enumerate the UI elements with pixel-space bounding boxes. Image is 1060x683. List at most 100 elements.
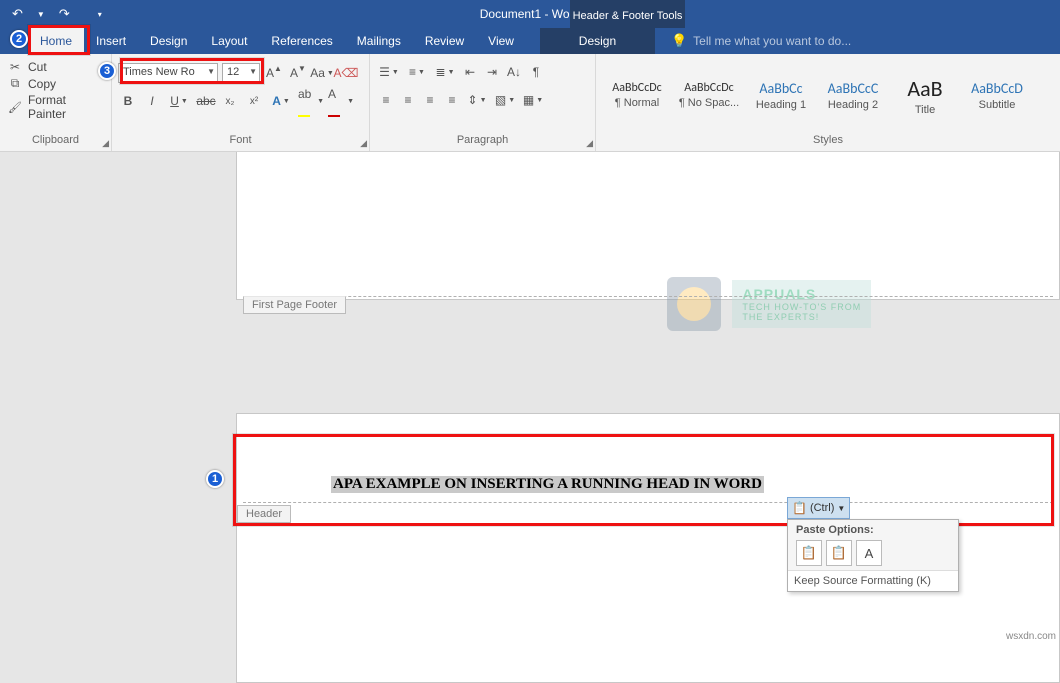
font-size-combo[interactable]: 12 ▼ <box>222 63 260 83</box>
text-effects-button[interactable]: A▼ <box>268 91 294 111</box>
shading-button[interactable]: ▧▼ <box>492 90 518 110</box>
font-name-combo[interactable]: Times New Ro ▼ <box>118 63 218 83</box>
line-spacing-button[interactable]: ⇕▼ <box>464 90 490 110</box>
clipboard-icon: 📋 <box>792 501 807 515</box>
style-item-4[interactable]: AaBTitle <box>890 65 960 125</box>
font-color-button[interactable]: A▼ <box>328 91 354 111</box>
decrease-indent-button[interactable]: ⇤ <box>460 62 480 82</box>
footer-dashed-line <box>243 296 1053 297</box>
tab-layout[interactable]: Layout <box>199 28 259 54</box>
change-case-button[interactable]: Aa▼ <box>312 63 332 83</box>
style-preview: AaBbCcDc <box>612 81 661 95</box>
style-label: ¶ No Spac... <box>679 97 739 109</box>
tab-insert[interactable]: Insert <box>84 28 138 54</box>
tell-me-box[interactable]: 💡 Tell me what you want to do... <box>655 28 1060 54</box>
step-badge-2: 2 <box>10 30 28 48</box>
underline-button[interactable]: U▼ <box>166 91 192 111</box>
numbering-button[interactable]: ≡▼ <box>404 62 430 82</box>
subscript-button[interactable]: x₂ <box>220 91 240 111</box>
align-center-button[interactable]: ≡ <box>398 90 418 110</box>
tab-view[interactable]: View <box>476 28 526 54</box>
header-running-head-text[interactable]: APA EXAMPLE ON INSERTING A RUNNING HEAD … <box>331 476 764 493</box>
watermark: APPUALS TECH HOW-TO'S FROM THE EXPERTS! <box>667 277 871 331</box>
paste-options-popup: Paste Options: 📋 📋 A Keep Source Formatt… <box>787 519 959 592</box>
copy-label: Copy <box>28 77 56 91</box>
chevron-down-icon: ▼ <box>207 67 215 76</box>
tab-review[interactable]: Review <box>413 28 476 54</box>
lightbulb-icon: 💡 <box>671 33 687 49</box>
shrink-font-button[interactable]: A▼ <box>288 63 308 83</box>
undo-dropdown-icon[interactable]: ▼ <box>33 8 49 21</box>
style-item-1[interactable]: AaBbCcDc ¶ No Spac... <box>674 65 744 125</box>
copy-icon <box>8 76 22 91</box>
paste-text-only-button[interactable]: A <box>856 540 882 566</box>
align-right-button[interactable]: ≡ <box>420 90 440 110</box>
step-badge-3: 3 <box>98 62 116 80</box>
chevron-down-icon: ▼ <box>249 67 257 76</box>
repeat-icon[interactable]: ↷ <box>55 4 74 24</box>
ribbon: Cut Copy Format Painter Clipboard ◢ Time… <box>0 54 1060 152</box>
step-badge-1: 1 <box>206 470 224 488</box>
watermark-line3: THE EXPERTS! <box>742 312 861 322</box>
style-label: Subtitle <box>979 99 1016 111</box>
clear-formatting-button[interactable]: A⌫ <box>336 63 356 83</box>
justify-button[interactable]: ≡ <box>442 90 462 110</box>
title-bar: ↶ ▼ ↷ ▾ Document1 - Word Header & Footer… <box>0 0 1060 28</box>
quick-access-toolbar: ↶ ▼ ↷ ▾ <box>0 4 106 24</box>
clipboard-dialog-launcher-icon[interactable]: ◢ <box>102 138 109 149</box>
tab-mailings[interactable]: Mailings <box>345 28 413 54</box>
grow-font-button[interactable]: A▲ <box>264 63 284 83</box>
style-item-5[interactable]: AaBbCcD Subtitle <box>962 65 1032 125</box>
font-name-value: Times New Ro <box>123 66 195 78</box>
brush-icon <box>8 100 22 114</box>
style-item-2[interactable]: AaBbCcHeading 1 <box>746 65 816 125</box>
style-preview: AaBbCcDc <box>684 81 733 95</box>
style-label: Title <box>915 104 935 116</box>
cut-button[interactable]: Cut <box>6 60 105 74</box>
style-item-0[interactable]: AaBbCcDc¶ Normal <box>602 65 672 125</box>
highlight-button[interactable]: ab▼ <box>298 91 324 111</box>
multilevel-list-button[interactable]: ≣▼ <box>432 62 458 82</box>
window-title: Document1 - Word <box>0 7 1060 21</box>
copy-button[interactable]: Copy <box>6 76 105 91</box>
header-tag: Header <box>237 505 291 523</box>
group-font: Times New Ro ▼ 12 ▼ A▲ A▼ Aa▼ A⌫ B I U▼ ab… <box>112 54 370 151</box>
group-paragraph: ☰▼ ≡▼ ≣▼ ⇤ ⇥ A↓ ¶ ≡ ≡ ≡ ≡ ⇕▼ ▧▼ ▦▼ Parag… <box>370 54 596 151</box>
tab-references[interactable]: References <box>259 28 344 54</box>
group-styles: AaBbCcDc¶ NormalAaBbCcDc¶ No Spac...AaBb… <box>596 54 1060 151</box>
borders-button[interactable]: ▦▼ <box>520 90 546 110</box>
superscript-button[interactable]: x² <box>244 91 264 111</box>
paste-merge-button[interactable]: 📋 <box>826 540 852 566</box>
sort-button[interactable]: A↓ <box>504 62 524 82</box>
tab-home[interactable]: Home <box>28 28 84 54</box>
chevron-down-icon: ▼ <box>837 504 845 513</box>
italic-button[interactable]: I <box>142 91 162 111</box>
undo-icon[interactable]: ↶ <box>8 4 27 24</box>
font-size-value: 12 <box>227 66 239 78</box>
font-dialog-launcher-icon[interactable]: ◢ <box>360 138 367 149</box>
paste-keep-source-button[interactable]: 📋 <box>796 540 822 566</box>
paragraph-dialog-launcher-icon[interactable]: ◢ <box>586 138 593 149</box>
format-painter-button[interactable]: Format Painter <box>6 93 105 121</box>
group-label-styles: Styles <box>602 133 1054 151</box>
bullets-button[interactable]: ☰▼ <box>376 62 402 82</box>
page-1[interactable]: APPUALS TECH HOW-TO'S FROM THE EXPERTS! … <box>236 152 1060 300</box>
ribbon-tabs: File Home Insert Design Layout Reference… <box>0 28 1060 54</box>
qat-customize-icon[interactable]: ▾ <box>94 8 106 21</box>
align-left-button[interactable]: ≡ <box>376 90 396 110</box>
style-preview: AaBbCcD <box>971 80 1023 97</box>
strikethrough-button[interactable]: abc <box>196 91 216 111</box>
paste-options-button[interactable]: 📋 (Ctrl) ▼ <box>787 497 850 519</box>
style-item-3[interactable]: AaBbCcCHeading 2 <box>818 65 888 125</box>
increase-indent-button[interactable]: ⇥ <box>482 62 502 82</box>
style-preview: AaBbCcC <box>828 80 879 97</box>
tab-design[interactable]: Design <box>138 28 199 54</box>
paste-tooltip: Keep Source Formatting (K) <box>788 570 958 591</box>
watermark-logo-icon <box>667 277 721 331</box>
watermark-line2: TECH HOW-TO'S FROM <box>742 302 861 312</box>
format-painter-label: Format Painter <box>28 93 103 121</box>
tab-header-footer-design[interactable]: Design <box>540 28 655 54</box>
bold-button[interactable]: B <box>118 91 138 111</box>
group-clipboard: Cut Copy Format Painter Clipboard ◢ <box>0 54 112 151</box>
show-paragraph-marks-button[interactable]: ¶ <box>526 62 546 82</box>
